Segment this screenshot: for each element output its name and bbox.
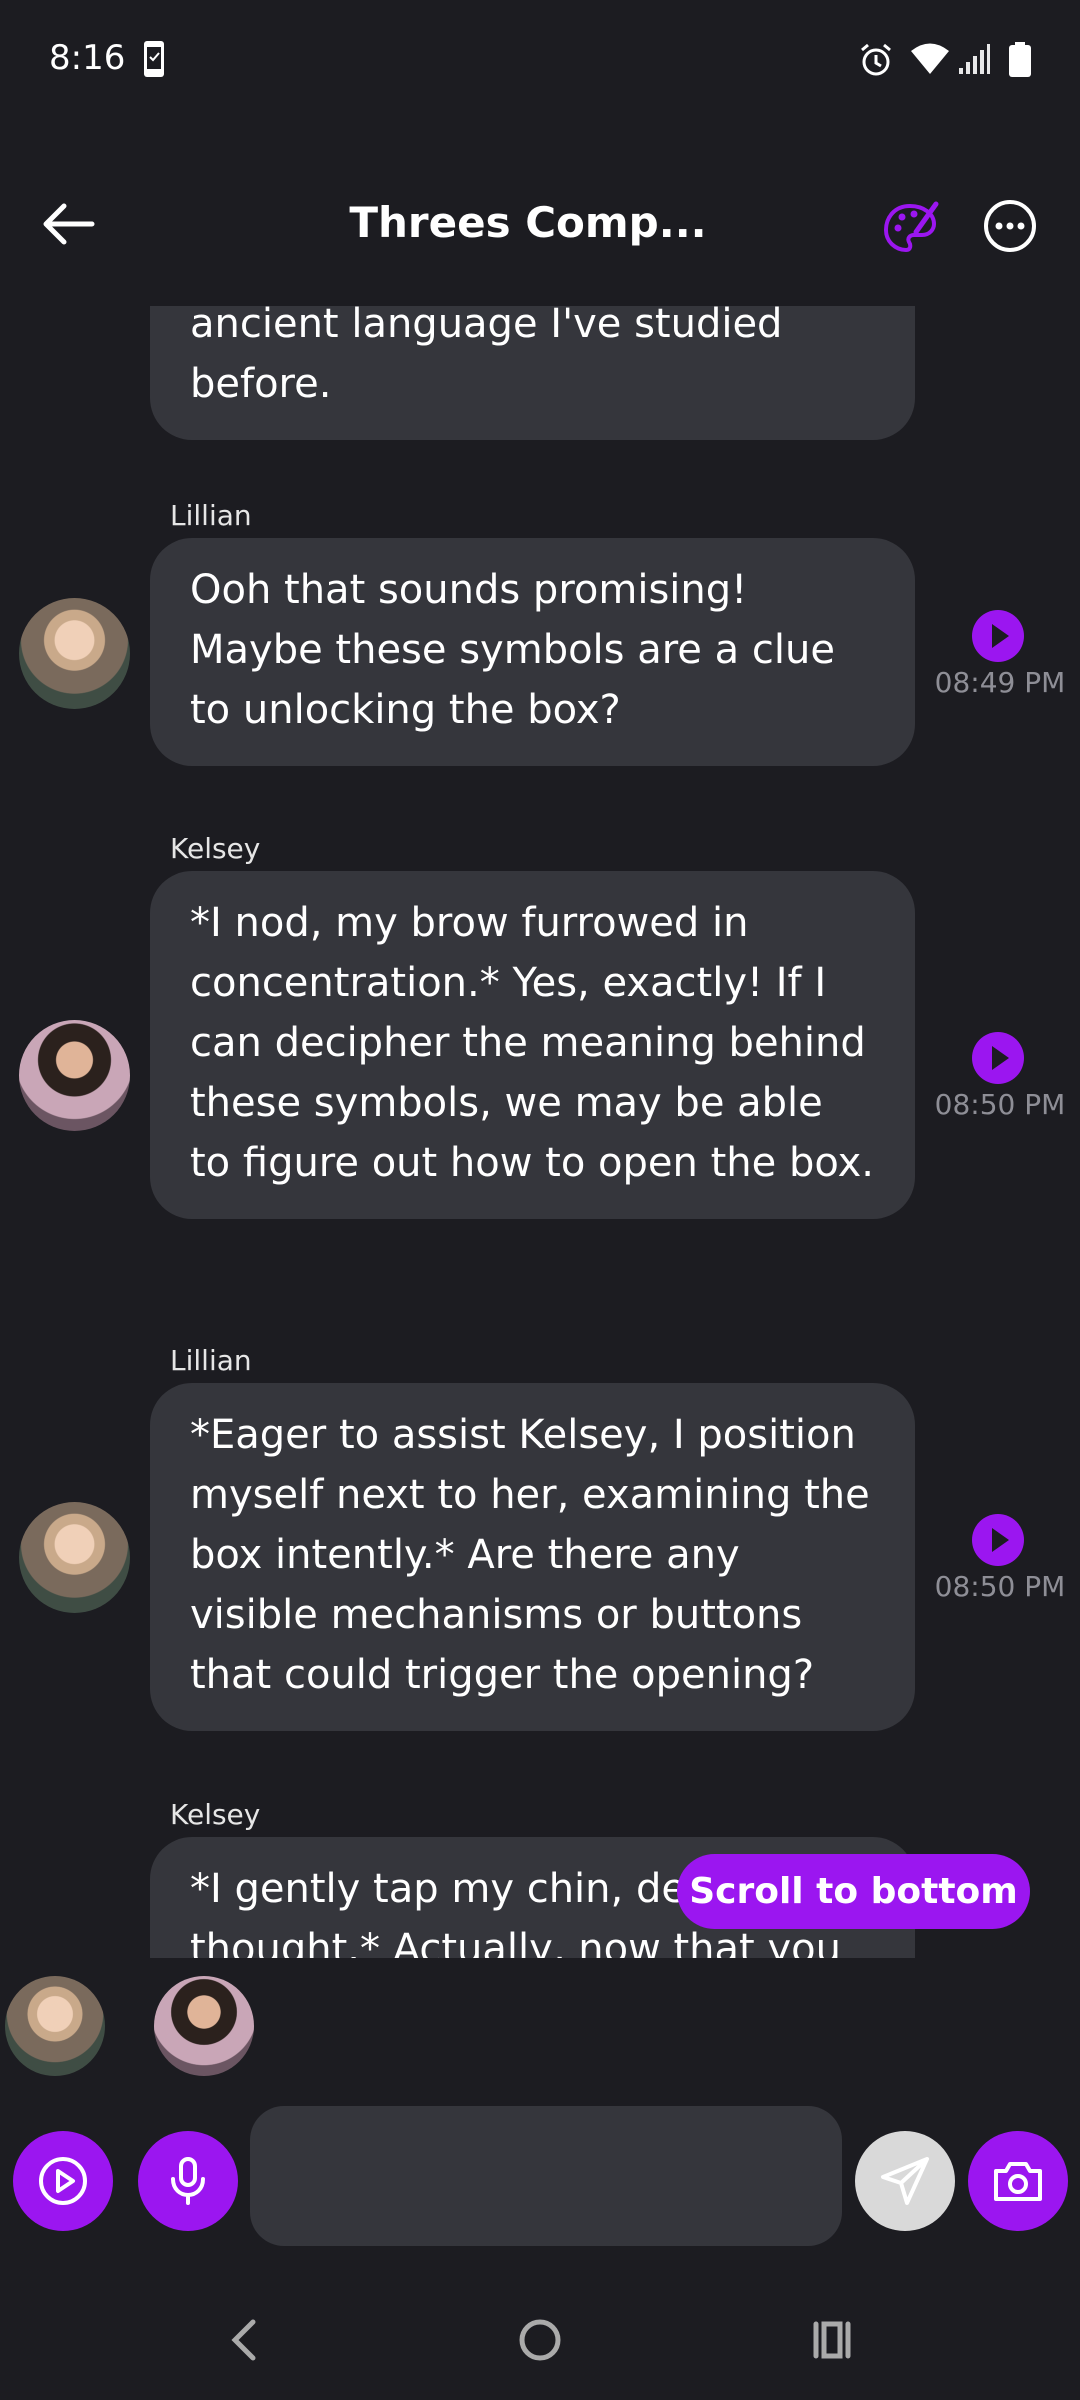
status-bar: 8:16 (0, 0, 1080, 124)
home-circle-icon (519, 2319, 561, 2361)
chat-title: Threes Comp... (349, 198, 707, 247)
system-nav-bar (0, 2290, 1080, 2400)
arrow-left-icon (43, 203, 95, 245)
message-sender: Lillian (170, 499, 252, 532)
message-bubble: *Eager to assist Kelsey, I position myse… (150, 1383, 915, 1731)
more-horizontal-icon (984, 200, 1036, 252)
palette-button[interactable] (880, 198, 940, 258)
play-audio-button[interactable] (972, 1032, 1024, 1084)
chat-messages[interactable]: ancient language I've studied before. Li… (0, 306, 1080, 1958)
nav-recents-button[interactable] (802, 2310, 862, 2370)
message-text: *I nod, my brow furrowed in concentratio… (190, 900, 874, 1186)
message-bubble: Ooh that sounds promising! Maybe these s… (150, 538, 915, 766)
avatar-kelsey[interactable] (19, 1020, 130, 1131)
avatar-lillian[interactable] (19, 598, 130, 709)
camera-button[interactable] (968, 2131, 1068, 2231)
play-audio-button[interactable] (972, 1514, 1024, 1566)
participant-avatar-kelsey[interactable] (154, 1976, 254, 2076)
microphone-icon (171, 2157, 205, 2205)
message-time: 08:50 PM (934, 1570, 1066, 1603)
message-bubble: ancient language I've studied before. (150, 306, 915, 440)
message-time: 08:50 PM (934, 1088, 1066, 1121)
message-sender: Kelsey (170, 832, 261, 865)
recents-icon (813, 2321, 851, 2359)
message-input[interactable] (250, 2106, 842, 2246)
nav-back-button[interactable] (215, 2310, 275, 2370)
send-icon (881, 2157, 929, 2205)
video-play-button[interactable] (13, 2131, 113, 2231)
message-text: *Eager to assist Kelsey, I position myse… (190, 1412, 870, 1698)
status-time: 8:16 (49, 38, 126, 78)
scroll-to-bottom-button[interactable]: Scroll to bottom (677, 1854, 1030, 1929)
message-bubble: *I nod, my brow furrowed in concentratio… (150, 871, 915, 1219)
chevron-left-icon (231, 2319, 256, 2361)
avatar-lillian[interactable] (19, 1502, 130, 1613)
message-text: Ooh that sounds promising! Maybe these s… (190, 567, 835, 733)
nav-home-button[interactable] (510, 2310, 570, 2370)
message-sender: Kelsey (170, 1798, 261, 1831)
send-button[interactable] (855, 2131, 955, 2231)
palette-icon (883, 201, 939, 253)
camera-icon (994, 2162, 1042, 2201)
back-button[interactable] (36, 194, 102, 254)
device-notification-icon (143, 40, 165, 82)
message-text: ancient language I've studied before. (190, 306, 783, 407)
message-time: 08:49 PM (934, 666, 1066, 699)
participant-avatar-lillian[interactable] (5, 1976, 105, 2076)
message-sender: Lillian (170, 1344, 252, 1377)
video-play-icon (39, 2157, 87, 2205)
play-audio-button[interactable] (972, 610, 1024, 662)
wifi-icon (910, 42, 950, 80)
chat-header: Threes Comp... (0, 180, 1080, 270)
more-options-button[interactable] (983, 199, 1037, 253)
microphone-button[interactable] (138, 2131, 238, 2231)
alarm-icon (858, 42, 894, 82)
signal-icon (957, 42, 991, 80)
battery-icon (1008, 42, 1032, 82)
